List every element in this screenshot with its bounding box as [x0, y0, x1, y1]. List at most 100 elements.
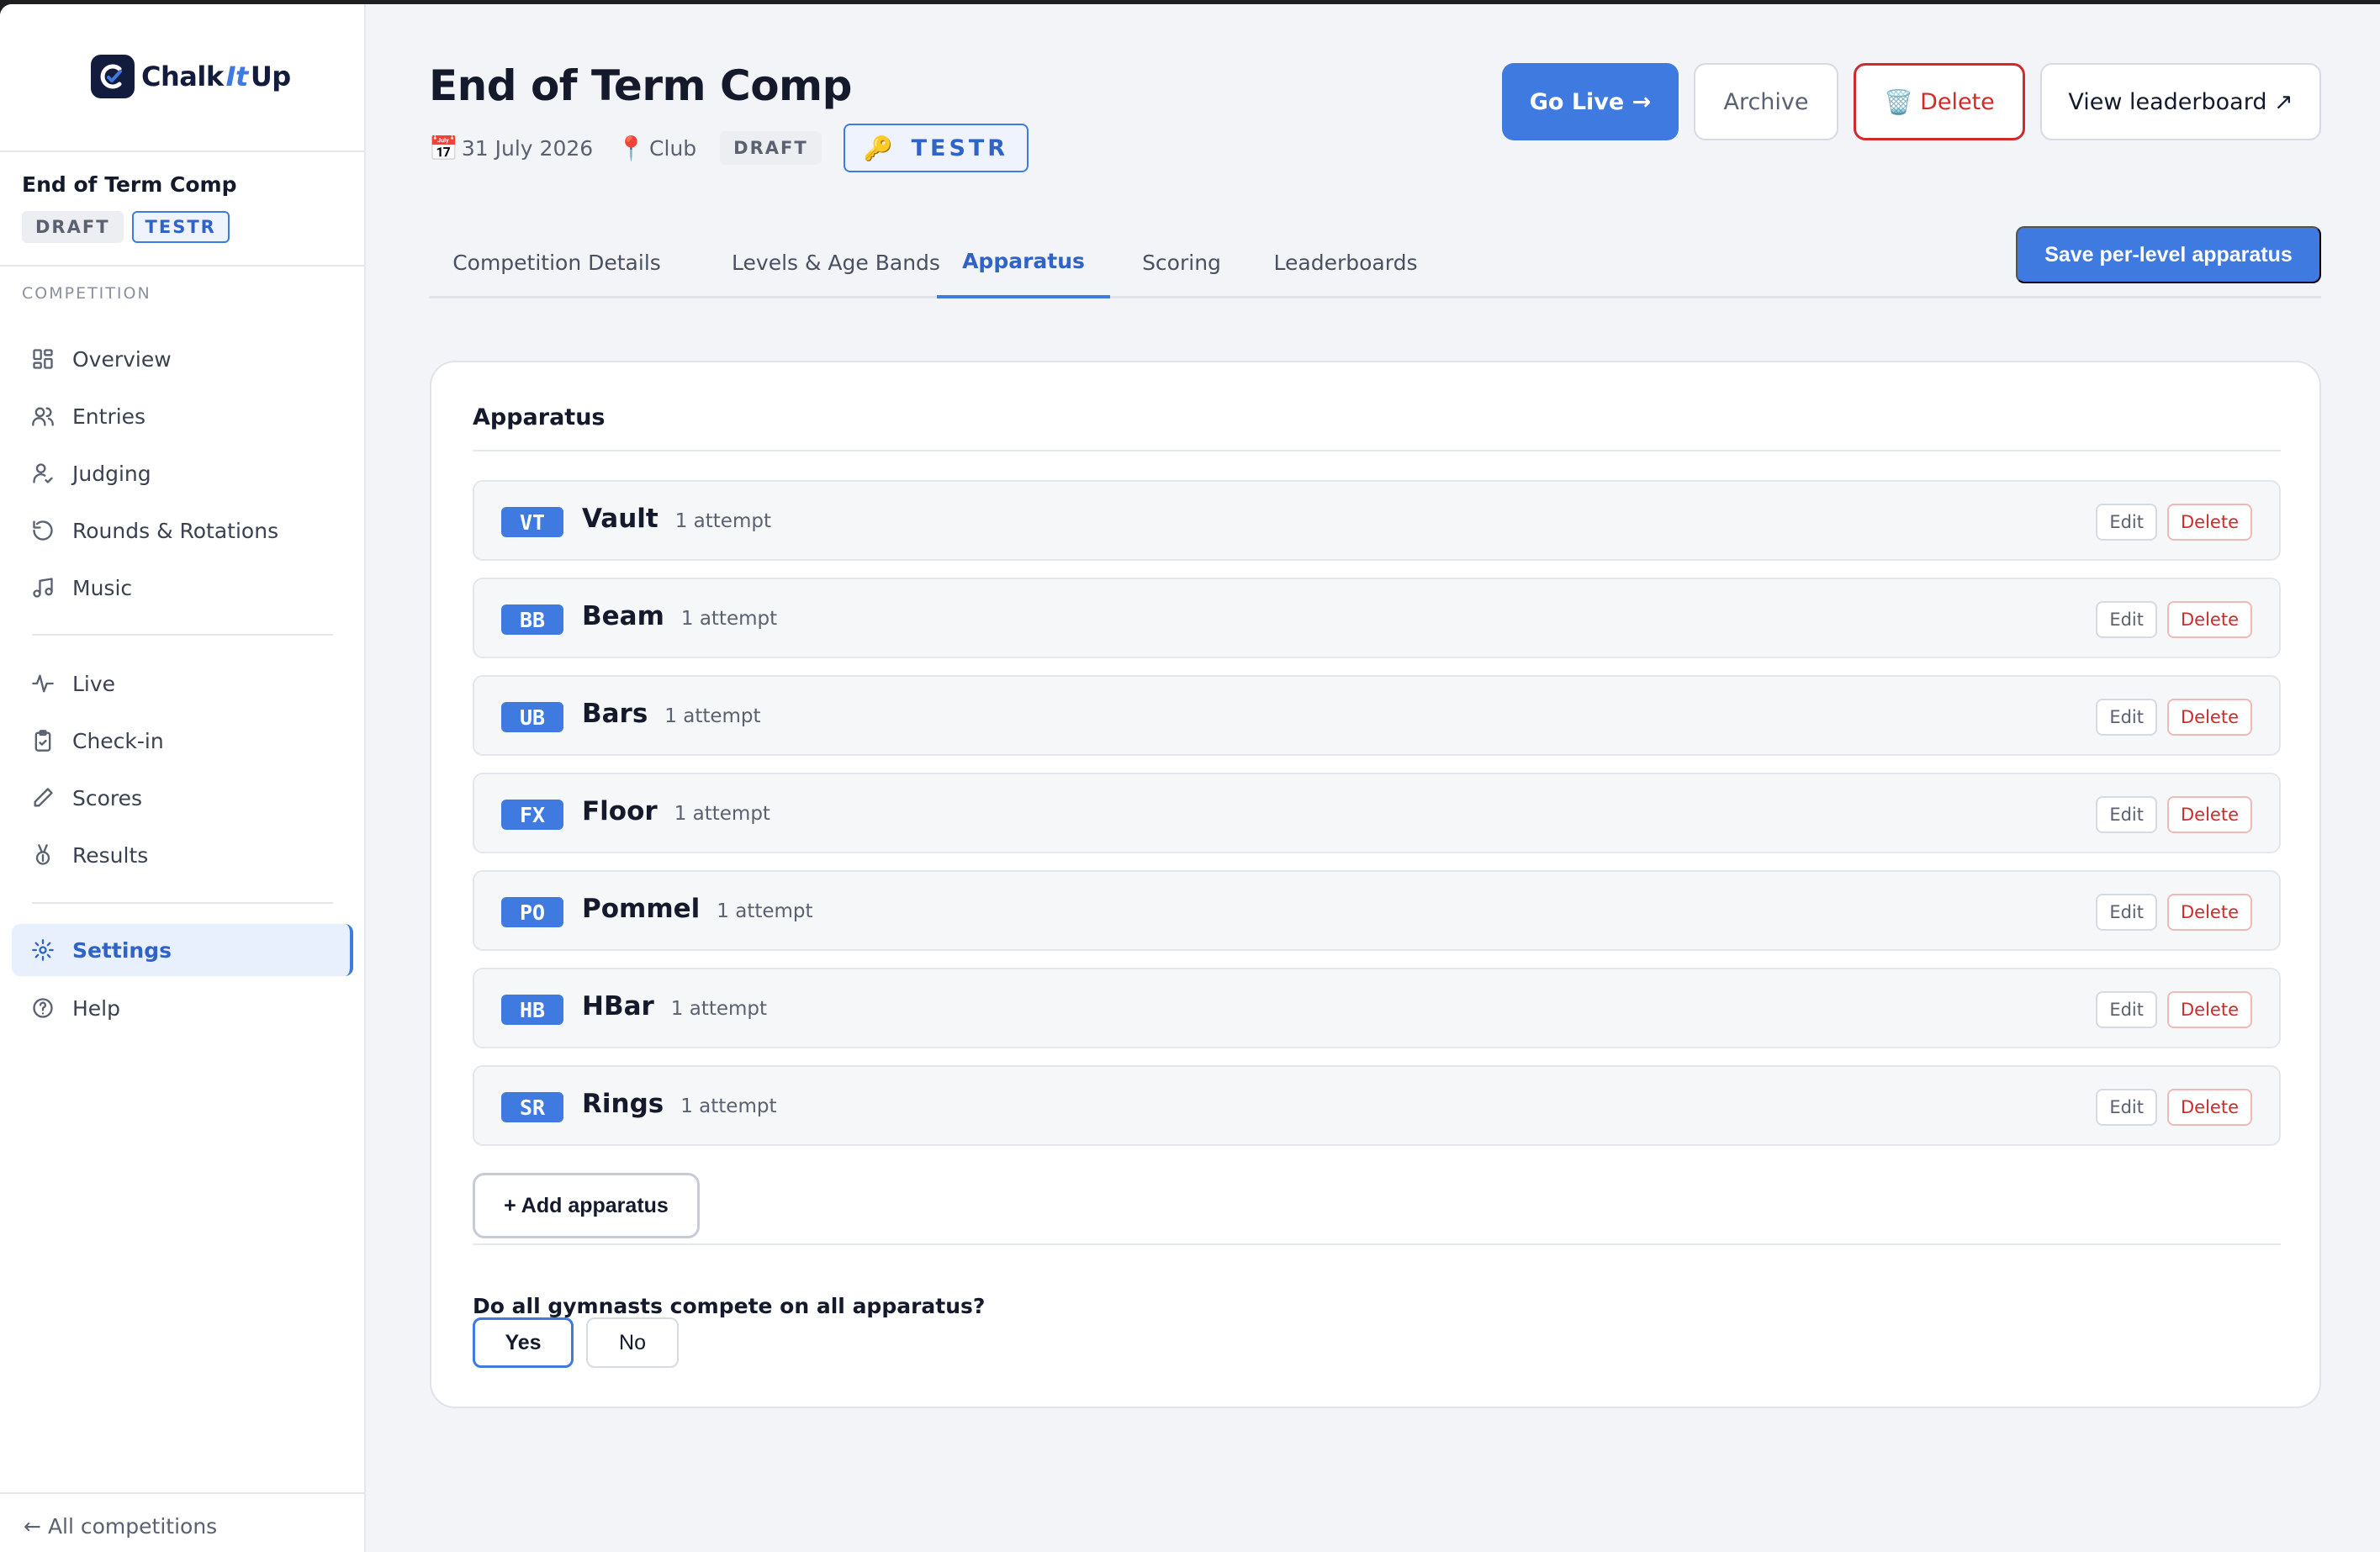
- status-badge: DRAFT: [22, 211, 124, 243]
- save-per-level-apparatus-button[interactable]: Save per-level apparatus: [2016, 226, 2321, 283]
- tab-competition-details[interactable]: Competition Details: [429, 226, 685, 298]
- apparatus-row: SR Rings 1 attempt Edit Delete: [473, 1065, 2281, 1146]
- row-actions: Edit Delete: [2096, 1089, 2252, 1126]
- delete-apparatus-button[interactable]: Delete: [2167, 699, 2252, 736]
- sidebar-item-scores[interactable]: Scores: [12, 772, 353, 824]
- edit-apparatus-button[interactable]: Edit: [2096, 504, 2157, 541]
- tab-apparatus[interactable]: Apparatus: [937, 226, 1110, 298]
- apparatus-row: UB Bars 1 attempt Edit Delete: [473, 675, 2281, 756]
- edit-apparatus-button[interactable]: Edit: [2096, 601, 2157, 638]
- apparatus-info: HBar 1 attempt: [582, 991, 767, 1021]
- brand-name-right: Up: [250, 61, 291, 92]
- edit-apparatus-button[interactable]: Edit: [2096, 699, 2157, 736]
- apparatus-attempts: 1 attempt: [680, 608, 778, 630]
- apparatus-attempts: 1 attempt: [664, 705, 761, 727]
- edit-apparatus-button[interactable]: Edit: [2096, 1089, 2157, 1126]
- yes-option-button[interactable]: Yes: [473, 1317, 574, 1368]
- competition-date: 📅 31 July 2026: [429, 135, 593, 162]
- competition-location: 📍 Club: [616, 135, 696, 162]
- sidebar-item-label: Settings: [72, 937, 172, 963]
- apparatus-info: Rings 1 attempt: [582, 1089, 776, 1119]
- apparatus-heading: Apparatus: [473, 404, 606, 430]
- no-option-button[interactable]: No: [586, 1317, 679, 1368]
- brand-name-mid: It: [225, 61, 249, 92]
- app-window: ChalkItUp End of Term Comp DRAFT TESTR C…: [0, 4, 2380, 1552]
- apparatus-attempts: 1 attempt: [680, 1095, 777, 1117]
- sidebar-item-label: Results: [72, 842, 149, 868]
- brand-logo[interactable]: ChalkItUp: [91, 51, 291, 102]
- sidebar-divider: [32, 902, 333, 904]
- delete-apparatus-button[interactable]: Delete: [2167, 796, 2252, 833]
- sidebar-item-rounds-rotations[interactable]: Rounds & Rotations: [12, 504, 353, 557]
- sidebar-divider: [0, 150, 364, 152]
- apparatus-row: BB Beam 1 attempt Edit Delete: [473, 578, 2281, 658]
- sidebar-item-check-in[interactable]: Check-in: [12, 715, 353, 767]
- add-apparatus-button[interactable]: + Add apparatus: [473, 1173, 700, 1238]
- edit-apparatus-button[interactable]: Edit: [2096, 796, 2157, 833]
- all-competitions-link[interactable]: ← All competitions: [24, 1514, 217, 1539]
- sidebar-item-label: Help: [72, 995, 120, 1021]
- delete-apparatus-button[interactable]: Delete: [2167, 1089, 2252, 1126]
- header-actions: Go Live → Archive 🗑️ Delete View leaderb…: [1502, 63, 2321, 140]
- pulse-icon: [30, 671, 56, 696]
- medal-icon: [30, 842, 56, 868]
- apparatus-name: Pommel: [582, 894, 701, 924]
- apparatus-row: HB HBar 1 attempt Edit Delete: [473, 968, 2281, 1048]
- tab-levels-age-bands[interactable]: Levels & Age Bands: [705, 226, 967, 298]
- sidebar-item-help[interactable]: Help: [12, 982, 353, 1034]
- location-text: Club: [649, 135, 697, 161]
- sidebar-item-overview[interactable]: Overview: [12, 333, 353, 385]
- all-apparatus-question: Do all gymnasts compete on all apparatus…: [473, 1294, 986, 1318]
- row-actions: Edit Delete: [2096, 601, 2252, 638]
- apparatus-code-badge: BB: [501, 604, 563, 635]
- apparatus-name: Rings: [582, 1089, 664, 1119]
- apparatus-code-badge: VT: [501, 507, 563, 537]
- pencil-icon: [30, 785, 56, 810]
- tab-leaderboards[interactable]: Leaderboards: [1253, 226, 1438, 298]
- row-actions: Edit Delete: [2096, 894, 2252, 931]
- delete-apparatus-button[interactable]: Delete: [2167, 504, 2252, 541]
- sidebar-item-label: Overview: [72, 346, 172, 372]
- row-actions: Edit Delete: [2096, 796, 2252, 833]
- view-leaderboard-button[interactable]: View leaderboard ↗: [2040, 63, 2321, 140]
- archive-button[interactable]: Archive: [1694, 63, 1838, 140]
- apparatus-code-badge: UB: [501, 702, 563, 732]
- delete-apparatus-button[interactable]: Delete: [2167, 601, 2252, 638]
- sidebar-competition-title: End of Term Comp: [22, 172, 237, 197]
- sidebar-item-music[interactable]: Music: [12, 562, 353, 614]
- sidebar-item-settings[interactable]: Settings: [12, 924, 353, 976]
- card-divider: [473, 1243, 2281, 1245]
- edit-apparatus-button[interactable]: Edit: [2096, 991, 2157, 1028]
- apparatus-name: Vault: [582, 504, 658, 534]
- apparatus-card: Apparatus VT Vault 1 attempt Edit Delete B…: [430, 361, 2321, 1408]
- apparatus-name: Beam: [582, 601, 664, 631]
- sidebar-item-results[interactable]: Results: [12, 829, 353, 881]
- apparatus-attempts: 1 attempt: [717, 900, 813, 922]
- sidebar-divider: [32, 634, 333, 636]
- help-circle-icon: [30, 995, 56, 1021]
- row-actions: Edit Delete: [2096, 699, 2252, 736]
- sidebar-item-live[interactable]: Live: [12, 657, 353, 710]
- delete-competition-button[interactable]: 🗑️ Delete: [1854, 63, 2025, 140]
- edit-apparatus-button[interactable]: Edit: [2096, 894, 2157, 931]
- delete-apparatus-button[interactable]: Delete: [2167, 894, 2252, 931]
- sidebar-item-label: Check-in: [72, 728, 164, 753]
- competition-code-badge[interactable]: 🔑 TESTR: [843, 124, 1029, 172]
- row-actions: Edit Delete: [2096, 991, 2252, 1028]
- arrow-left-icon: ←: [24, 1514, 41, 1539]
- clipboard-check-icon: [30, 728, 56, 753]
- apparatus-row: VT Vault 1 attempt Edit Delete: [473, 480, 2281, 561]
- sidebar-item-judging[interactable]: Judging: [12, 447, 353, 499]
- delete-apparatus-button[interactable]: Delete: [2167, 991, 2252, 1028]
- sidebar-item-label: Judging: [72, 461, 151, 486]
- apparatus-info: Pommel 1 attempt: [582, 894, 813, 924]
- all-competitions-label: All competitions: [47, 1514, 218, 1539]
- status-badge: DRAFT: [720, 131, 822, 165]
- card-divider: [473, 450, 2281, 451]
- sidebar-item-label: Rounds & Rotations: [72, 518, 279, 543]
- go-live-button[interactable]: Go Live →: [1502, 63, 1679, 140]
- sidebar-item-entries[interactable]: Entries: [12, 390, 353, 442]
- competition-code: TESTR: [911, 135, 1009, 161]
- tab-scoring[interactable]: Scoring: [1110, 226, 1253, 298]
- apparatus-code-badge: HB: [501, 995, 563, 1025]
